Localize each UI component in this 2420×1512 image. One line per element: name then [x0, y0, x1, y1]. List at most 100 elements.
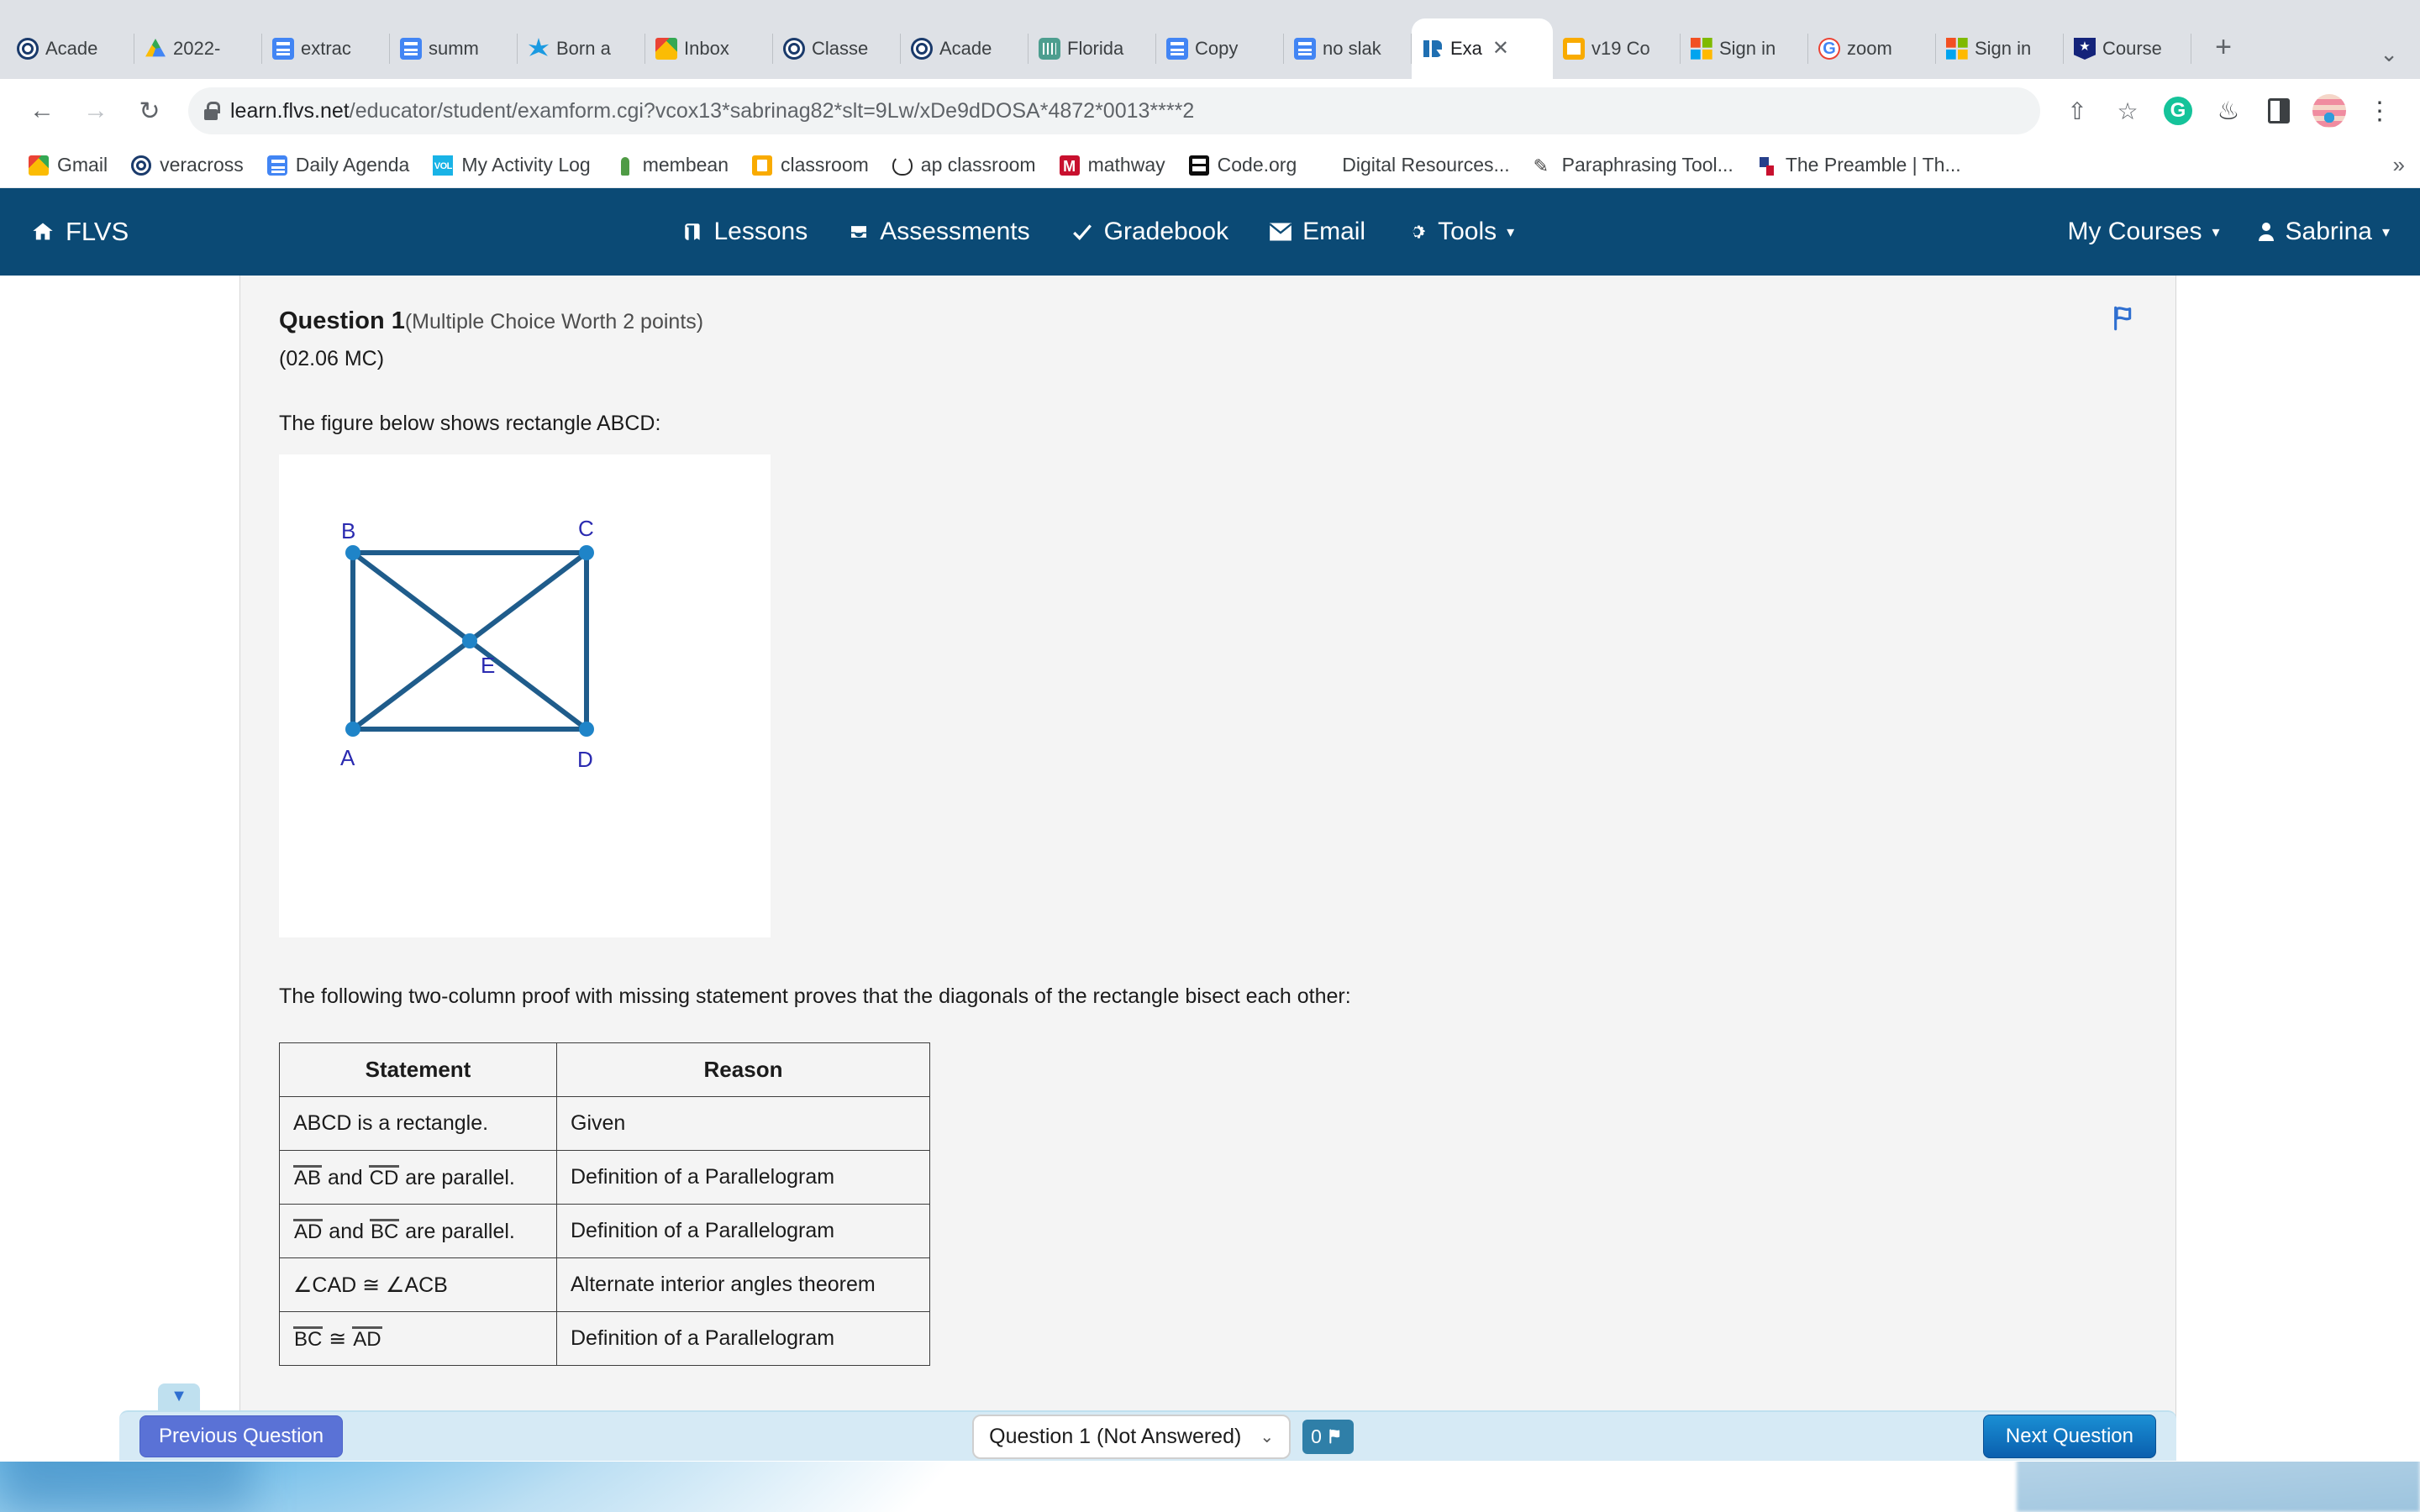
browser-tab[interactable]: Acade [901, 18, 1028, 79]
tab-label: Sign in [1719, 38, 1776, 59]
browser-tab[interactable]: Copy [1156, 18, 1284, 79]
gmail-icon [655, 38, 677, 60]
nav-item-assessments[interactable]: Assessments [848, 218, 1030, 246]
browser-tab[interactable]: Acade [7, 18, 134, 79]
flag-count-badge[interactable]: 0 [1302, 1419, 1354, 1454]
microsoft-icon [1946, 38, 1968, 60]
bookmark-item[interactable]: Digital Resources... [1332, 149, 1519, 181]
tab-label: Florida [1067, 38, 1124, 59]
bookmark-item[interactable]: Daily Agenda [257, 149, 420, 181]
bookmark-item[interactable]: Paraphrasing Tool... [1523, 149, 1744, 181]
browser-menu-icon[interactable]: ⋮ [2358, 89, 2402, 133]
next-question-button[interactable]: Next Question [1982, 1415, 2156, 1458]
check-icon [1072, 224, 1092, 240]
browser-tab[interactable]: extrac [262, 18, 390, 79]
browser-tab[interactable]: 2022- [134, 18, 262, 79]
browser-tab-active[interactable]: Exa ✕ [1412, 18, 1553, 79]
tab-label: zoom [1847, 38, 1892, 59]
table-header-row: Statement Reason [279, 1042, 930, 1097]
membean-icon [614, 155, 634, 176]
gmail-icon [29, 155, 49, 176]
tab-label: Exa [1450, 38, 1482, 59]
bookmark-item[interactable]: veracross [121, 149, 254, 181]
statement-cell: AB and CD are parallel. [279, 1150, 557, 1205]
asterisk-icon [528, 38, 550, 56]
flvs-nav-right: My Courses ▾ Sabrina ▾ [2067, 218, 2390, 246]
grammarly-extension-icon[interactable]: G [2156, 89, 2200, 133]
new-tab-button[interactable]: + [2200, 25, 2247, 72]
browser-tab[interactable]: Course [2064, 18, 2191, 79]
avatar[interactable] [2307, 89, 2351, 133]
grammarly-icon: G [2164, 97, 2192, 125]
bookmark-item[interactable]: Mmathway [1050, 149, 1176, 181]
statement-cell: BC ≅ AD [279, 1311, 557, 1366]
previous-question-button[interactable]: Previous Question [139, 1415, 344, 1457]
segment-notation: CD [368, 1164, 400, 1189]
reason-cell: Definition of a Parallelogram [556, 1150, 930, 1205]
chevron-down-icon: ▾ [1507, 223, 1515, 240]
browser-tab[interactable]: v19 Co [1553, 18, 1681, 79]
extensions-puzzle-icon[interactable]: ♨ [2207, 89, 2250, 133]
share-icon[interactable]: ⇧ [2055, 89, 2099, 133]
left-wallpaper-gap [0, 276, 210, 1461]
bookmark-item[interactable]: Code.org [1179, 149, 1307, 181]
nav-item-tools[interactable]: Tools ▾ [1406, 218, 1514, 246]
bookmark-label: Gmail [57, 154, 108, 176]
my-courses-menu[interactable]: My Courses ▾ [2067, 218, 2219, 246]
user-menu[interactable]: Sabrina ▾ [2257, 218, 2390, 246]
segment-notation: BC [369, 1218, 400, 1243]
browser-tab[interactable]: Classe [773, 18, 901, 79]
segment-notation: BC [293, 1326, 324, 1351]
bookmark-item[interactable]: The Preamble | Th... [1747, 149, 1971, 181]
bookmark-label: The Preamble | Th... [1785, 154, 1961, 176]
slide-icon [1563, 38, 1585, 60]
segment-notation: AB [293, 1164, 323, 1189]
bookmarks-overflow-icon[interactable]: » [2393, 152, 2405, 178]
reason-cell: Alternate interior angles theorem [556, 1257, 930, 1312]
bookmark-item[interactable]: membean [604, 149, 739, 181]
bookmark-item[interactable]: VOL My Activity Log [423, 149, 600, 181]
table-row: ABCD is a rectangle. Given [279, 1096, 930, 1151]
nav-item-gradebook[interactable]: Gradebook [1071, 218, 1228, 246]
close-icon[interactable]: ✕ [1492, 39, 1509, 59]
nav-item-lessons[interactable]: Lessons [682, 218, 808, 246]
segment-notation: AD [352, 1326, 382, 1351]
back-button[interactable]: ← [18, 87, 66, 134]
browser-tab[interactable]: Gzoom [1808, 18, 1936, 79]
reload-button[interactable]: ↻ [126, 87, 173, 134]
forward-button[interactable]: → [72, 87, 119, 134]
nav-item-email[interactable]: Email [1269, 218, 1365, 246]
exam-bottom-bar: Previous Question Question 1 (Not Answer… [119, 1410, 2176, 1461]
browser-tab[interactable]: Born a [518, 18, 645, 79]
browser-tab[interactable]: Sign in [1936, 18, 2064, 79]
ap-icon [892, 155, 913, 176]
proof-intro-text: The following two-column proof with miss… [279, 984, 1351, 1008]
browser-tab[interactable]: Florida [1028, 18, 1156, 79]
table-row: AD and BC are parallel. Definition of a … [279, 1204, 930, 1258]
flag-question-button[interactable] [2110, 304, 2140, 337]
chevron-down-icon[interactable]: ⌄ [2380, 41, 2398, 67]
bookmark-label: mathway [1087, 154, 1165, 176]
spiral-icon [131, 155, 152, 176]
vertex-label-a: A [340, 745, 355, 770]
google-forms-icon [1166, 38, 1188, 60]
tab-label: v19 Co [1591, 38, 1650, 59]
side-panel-icon[interactable] [2257, 89, 2301, 133]
bookmark-item[interactable]: classroom [742, 149, 879, 181]
bookmark-item[interactable]: ap classroom [882, 149, 1046, 181]
question-selector-dropdown[interactable]: Question 1 (Not Answered) ⌄ [972, 1414, 1292, 1459]
browser-tab[interactable]: Sign in [1681, 18, 1808, 79]
browser-tab[interactable]: no slak [1284, 18, 1412, 79]
spiral-icon [783, 38, 805, 60]
rectangle-abcd-diagram: B C A D E [279, 454, 771, 937]
address-bar[interactable]: learn.flvs.net/educator/student/examform… [188, 87, 2040, 134]
flvs-nav-items: Lessons Assessments Gradebook Email Tool… [682, 218, 1514, 246]
bookmark-item[interactable]: Gmail [18, 149, 118, 181]
statement-cell: ABCD is a rectangle. [279, 1096, 557, 1151]
bookmark-star-icon[interactable]: ☆ [2106, 89, 2149, 133]
nav-item-label: Gradebook [1103, 218, 1229, 245]
flvs-home-link[interactable]: FLVS [30, 217, 129, 247]
google-drive-icon [145, 39, 166, 57]
browser-tab[interactable]: summ [390, 18, 518, 79]
browser-tab[interactable]: Inbox [645, 18, 773, 79]
